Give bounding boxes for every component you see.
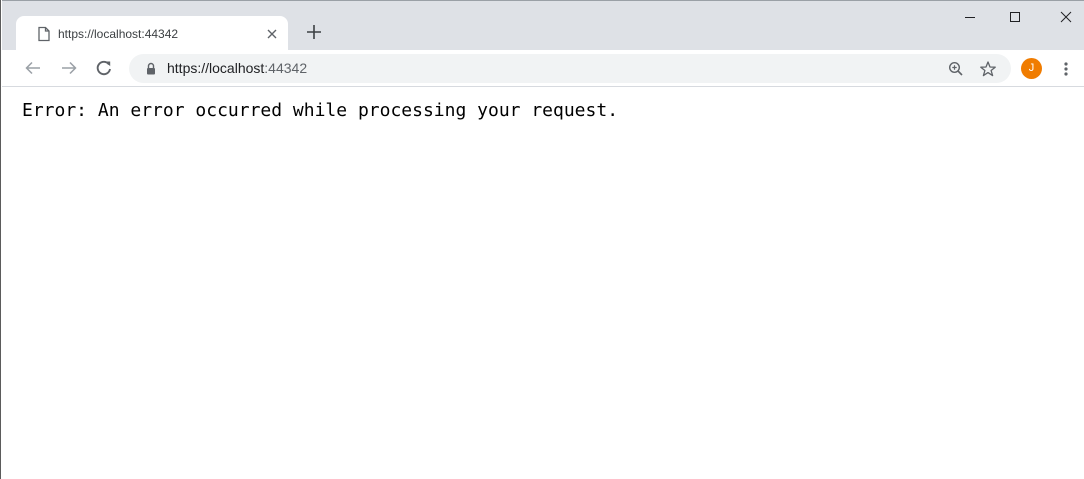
browser-window: https://localhost:44342 https://localhos… [0, 0, 1084, 479]
profile-avatar[interactable]: J [1021, 58, 1042, 79]
tab-title: https://localhost:44342 [58, 27, 179, 41]
active-tab[interactable]: https://localhost:44342 [16, 16, 288, 51]
url-port: :44342 [264, 60, 308, 76]
url-text[interactable]: https://localhost:44342 [167, 60, 307, 77]
new-tab-button[interactable] [301, 19, 327, 45]
page-icon [37, 26, 51, 42]
tab-close-icon[interactable] [263, 25, 281, 43]
maximize-button[interactable] [1000, 5, 1030, 29]
address-bar[interactable]: https://localhost:44342 [129, 54, 1011, 83]
error-message: Error: An error occurred while processin… [22, 100, 619, 121]
forward-button[interactable] [58, 58, 80, 78]
window-close-button[interactable] [1051, 5, 1081, 29]
browser-toolbar: https://localhost:44342 J [2, 50, 1084, 87]
back-button[interactable] [22, 58, 44, 78]
more-vertical-icon[interactable] [1059, 59, 1073, 79]
zoom-icon[interactable] [946, 59, 966, 79]
reload-button[interactable] [93, 58, 115, 78]
tab-strip: https://localhost:44342 [2, 0, 1084, 51]
url-host: https://localhost [167, 60, 265, 76]
minimize-button[interactable] [955, 5, 985, 29]
star-icon[interactable] [978, 59, 998, 79]
page-content: Error: An error occurred while processin… [2, 87, 1084, 479]
lock-icon[interactable] [146, 62, 156, 75]
